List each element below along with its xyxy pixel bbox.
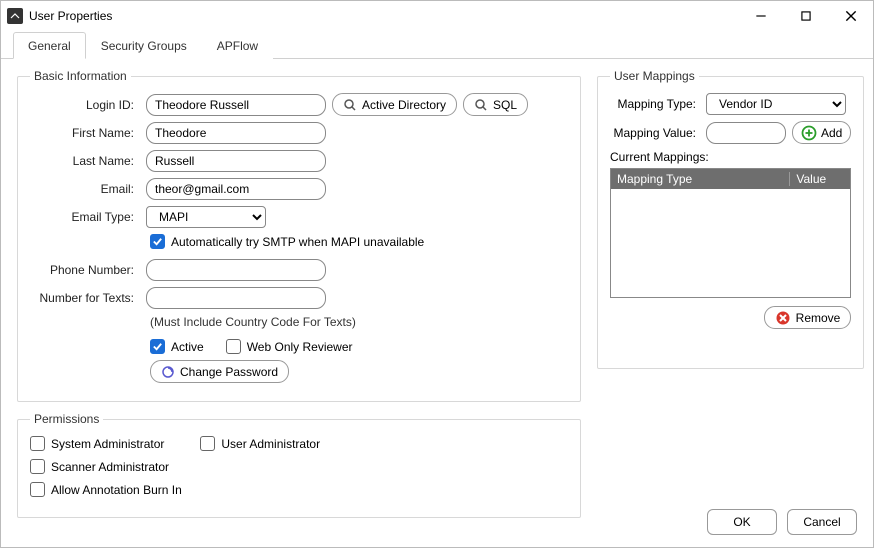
plus-circle-icon bbox=[801, 125, 817, 141]
checkbox-icon bbox=[150, 234, 165, 249]
texts-number-input[interactable] bbox=[146, 287, 326, 309]
scanner-admin-checkbox[interactable]: Scanner Administrator bbox=[30, 459, 169, 474]
tab-apflow[interactable]: APFlow bbox=[202, 32, 273, 59]
close-button[interactable] bbox=[828, 1, 873, 31]
mapping-value-label: Mapping Value: bbox=[610, 126, 700, 140]
tab-body: Basic Information Login ID: Active Direc… bbox=[1, 59, 873, 547]
tab-general[interactable]: General bbox=[13, 32, 86, 59]
left-column: Basic Information Login ID: Active Direc… bbox=[17, 69, 581, 547]
login-id-input[interactable] bbox=[146, 94, 326, 116]
permissions-group: Permissions System Administrator User Ad… bbox=[17, 412, 581, 518]
basic-information-legend: Basic Information bbox=[30, 69, 131, 83]
sql-button[interactable]: SQL bbox=[463, 93, 528, 116]
window-buttons bbox=[738, 1, 873, 31]
web-only-reviewer-checkbox[interactable]: Web Only Reviewer bbox=[226, 339, 353, 354]
texts-note: (Must Include Country Code For Texts) bbox=[150, 315, 568, 329]
col-value: Value bbox=[790, 172, 850, 186]
tab-strip: General Security Groups APFlow bbox=[1, 31, 873, 59]
email-input[interactable] bbox=[146, 178, 326, 200]
last-name-label: Last Name: bbox=[30, 154, 140, 168]
maximize-icon bbox=[799, 9, 813, 23]
minimize-icon bbox=[754, 9, 768, 23]
sql-label: SQL bbox=[493, 98, 517, 112]
remove-mapping-button[interactable]: Remove bbox=[764, 306, 852, 329]
window: User Properties General Security Groups … bbox=[0, 0, 874, 548]
remove-label: Remove bbox=[796, 311, 841, 325]
user-mappings-group: User Mappings Mapping Type: Vendor ID Ma… bbox=[597, 69, 864, 369]
email-label: Email: bbox=[30, 182, 140, 196]
add-mapping-button[interactable]: Add bbox=[792, 121, 851, 144]
scanner-admin-label: Scanner Administrator bbox=[51, 460, 169, 474]
burn-in-checkbox[interactable]: Allow Annotation Burn In bbox=[30, 482, 182, 497]
checkbox-icon bbox=[150, 339, 165, 354]
email-type-select[interactable]: MAPI bbox=[146, 206, 266, 228]
login-id-label: Login ID: bbox=[30, 98, 140, 112]
minimize-button[interactable] bbox=[738, 1, 783, 31]
change-password-button[interactable]: Change Password bbox=[150, 360, 289, 383]
col-mapping-type: Mapping Type bbox=[611, 172, 790, 186]
title-bar: User Properties bbox=[1, 1, 873, 31]
basic-information-group: Basic Information Login ID: Active Direc… bbox=[17, 69, 581, 402]
mapping-type-label: Mapping Type: bbox=[610, 97, 700, 111]
phone-input[interactable] bbox=[146, 259, 326, 281]
user-mappings-legend: User Mappings bbox=[610, 69, 699, 83]
checkbox-icon bbox=[30, 436, 45, 451]
permissions-legend: Permissions bbox=[30, 412, 103, 426]
email-type-label: Email Type: bbox=[30, 210, 140, 224]
mapping-value-input[interactable] bbox=[706, 122, 786, 144]
user-admin-checkbox[interactable]: User Administrator bbox=[200, 436, 320, 451]
tab-security-groups[interactable]: Security Groups bbox=[86, 32, 202, 59]
right-column: User Mappings Mapping Type: Vendor ID Ma… bbox=[597, 69, 857, 547]
table-header: Mapping Type Value bbox=[611, 169, 850, 189]
first-name-label: First Name: bbox=[30, 126, 140, 140]
burn-in-label: Allow Annotation Burn In bbox=[51, 483, 182, 497]
search-icon bbox=[474, 98, 488, 112]
active-checkbox[interactable]: Active bbox=[150, 339, 204, 354]
app-icon bbox=[7, 8, 23, 24]
active-directory-button[interactable]: Active Directory bbox=[332, 93, 457, 116]
texts-number-label: Number for Texts: bbox=[30, 291, 140, 305]
first-name-input[interactable] bbox=[146, 122, 326, 144]
smtp-fallback-label: Automatically try SMTP when MAPI unavail… bbox=[171, 235, 424, 249]
checkbox-icon bbox=[30, 459, 45, 474]
refresh-icon bbox=[161, 365, 175, 379]
dialog-footer: OK Cancel bbox=[707, 509, 857, 535]
add-label: Add bbox=[821, 126, 842, 140]
smtp-fallback-checkbox[interactable]: Automatically try SMTP when MAPI unavail… bbox=[150, 234, 424, 249]
maximize-button[interactable] bbox=[783, 1, 828, 31]
active-directory-label: Active Directory bbox=[362, 98, 446, 112]
window-title: User Properties bbox=[29, 9, 112, 23]
ok-button[interactable]: OK bbox=[707, 509, 777, 535]
current-mappings-table[interactable]: Mapping Type Value bbox=[610, 168, 851, 298]
system-admin-checkbox[interactable]: System Administrator bbox=[30, 436, 164, 451]
cancel-button[interactable]: Cancel bbox=[787, 509, 857, 535]
checkbox-icon bbox=[200, 436, 215, 451]
active-label: Active bbox=[171, 340, 204, 354]
change-password-label: Change Password bbox=[180, 365, 278, 379]
current-mappings-label: Current Mappings: bbox=[610, 150, 851, 164]
close-icon bbox=[844, 9, 858, 23]
last-name-input[interactable] bbox=[146, 150, 326, 172]
web-only-label: Web Only Reviewer bbox=[247, 340, 353, 354]
user-admin-label: User Administrator bbox=[221, 437, 320, 451]
phone-label: Phone Number: bbox=[30, 263, 140, 277]
search-icon bbox=[343, 98, 357, 112]
x-circle-icon bbox=[775, 310, 791, 326]
checkbox-icon bbox=[30, 482, 45, 497]
system-admin-label: System Administrator bbox=[51, 437, 164, 451]
checkbox-icon bbox=[226, 339, 241, 354]
mapping-type-select[interactable]: Vendor ID bbox=[706, 93, 846, 115]
